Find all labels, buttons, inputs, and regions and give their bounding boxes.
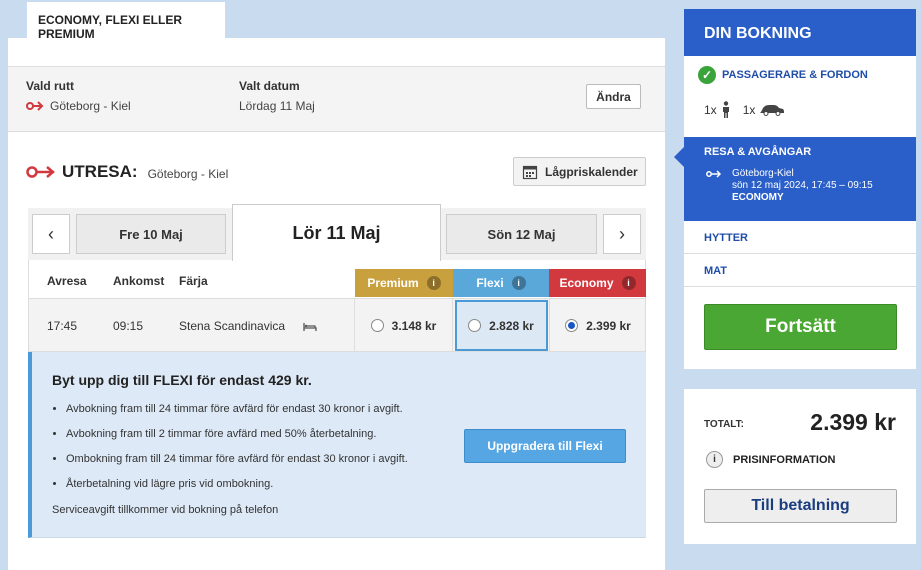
chevron-right-icon: › (619, 223, 625, 244)
fare-header-economy: Economy i (549, 269, 646, 297)
info-icon: i (706, 451, 723, 468)
departures-table-header: Avresa Ankomst Färja Premium i Flexi i Eco… (28, 260, 646, 298)
step-trip-active[interactable]: RESA & AVGÅNGAR Göteborg-Kiel sön 12 maj… (674, 137, 916, 221)
date-selector: ‹ Fre 10 Maj Lör 11 Maj Sön 12 Maj › (28, 204, 646, 261)
low-price-calendar-label: Lågpriskalender (545, 164, 638, 179)
upgrade-flexi-button[interactable]: Uppgradera till Flexi (464, 429, 626, 463)
total-amount: 2.399 kr (810, 409, 896, 435)
list-item: Återbetalning vid lägre pris vid ombokni… (66, 478, 408, 503)
fare-type-tab[interactable]: ECONOMY, FLEXI ELLER PREMIUM (27, 2, 225, 41)
fare-header-flexi: Flexi i (453, 269, 549, 297)
fare-name: Flexi (476, 276, 504, 290)
outbound-route: Göteborg - Kiel (147, 166, 229, 181)
change-button[interactable]: Ändra (586, 84, 641, 109)
date-tab-prev[interactable]: Fre 10 Maj (76, 214, 226, 254)
col-ferry: Färja (179, 274, 208, 288)
price-info-label: PRISINFORMATION (733, 453, 836, 466)
calendar-icon (522, 165, 538, 179)
trip-route: Göteborg-Kiel (732, 168, 794, 179)
upgrade-title: Byt upp dig till FLEXI för endast 429 kr… (52, 372, 312, 388)
route-summary: Vald rutt Göteborg - Kiel Valt datum Lör… (8, 66, 665, 132)
list-item: Avbokning fram till 24 timmar före avfär… (66, 403, 408, 428)
prev-date-button[interactable]: ‹ (32, 214, 70, 254)
list-item: Avbokning fram till 2 timmar före avfärd… (66, 428, 408, 453)
price-flexi: 2.828 kr (489, 318, 534, 333)
booking-title: DIN BOKNING (684, 9, 916, 56)
step-cabins[interactable]: HYTTER (684, 221, 916, 254)
total-panel: TOTALT: 2.399 kr i PRISINFORMATION Till … (684, 389, 916, 544)
list-item: Ombokning fram till 24 timmar före avfär… (66, 453, 408, 478)
price-premium: 3.148 kr (391, 318, 437, 333)
booking-sidebar: DIN BOKNING ✓ PASSAGERARE & FORDON 1x 1x… (674, 9, 916, 369)
ferry-name: Stena Scandinavica (179, 319, 286, 333)
date-label: Valt datum (239, 79, 300, 93)
step-passengers[interactable]: PASSAGERARE & FORDON (722, 69, 868, 81)
fare-option-premium[interactable]: 3.148 kr (354, 299, 452, 352)
upgrade-offer: Byt upp dig till FLEXI för endast 429 kr… (28, 352, 646, 538)
continue-button[interactable]: Fortsätt (704, 304, 897, 350)
low-price-calendar-button[interactable]: Lågpriskalender (513, 157, 646, 186)
route-label: Vald rutt (26, 79, 75, 93)
route-arrow-icon (26, 166, 55, 178)
date-tab-active[interactable]: Lör 11 Maj (232, 204, 441, 261)
fare-option-flexi[interactable]: 2.828 kr (452, 299, 549, 352)
price-economy: 2.399 kr (586, 318, 631, 333)
route-arrow-icon (706, 170, 722, 178)
arrive-time: 09:15 (113, 319, 144, 333)
passenger-count: 1x (704, 103, 717, 117)
fare-header-premium: Premium i (355, 269, 453, 297)
total-label: TOTALT: (704, 419, 744, 430)
info-icon[interactable]: i (621, 276, 636, 290)
date-value: Lördag 11 Maj (239, 99, 315, 113)
upgrade-note: Serviceavgift tillkommer vid bokning på … (52, 504, 279, 516)
chevron-left-icon: ‹ (48, 223, 54, 244)
table-row: 17:45 09:15 Stena Scandinavica 3.148 kr … (28, 298, 646, 352)
next-date-button[interactable]: › (603, 214, 641, 254)
upgrade-benefits: Avbokning fram till 24 timmar före avfär… (66, 403, 408, 503)
outbound-header: UTRESA: Göteborg - Kiel (26, 162, 228, 182)
step-food[interactable]: MAT (684, 254, 916, 287)
depart-time: 17:45 (47, 319, 78, 333)
price-info-link[interactable]: i PRISINFORMATION (706, 451, 835, 468)
fare-name: Premium (367, 276, 419, 290)
car-icon (760, 105, 785, 116)
outbound-title: UTRESA: (62, 162, 138, 181)
col-depart: Avresa (47, 274, 87, 288)
trip-time: sön 12 maj 2024, 17:45 – 09:15 (732, 180, 873, 191)
pay-button[interactable]: Till betalning (704, 489, 897, 523)
fare-name: Economy (559, 276, 614, 290)
date-tab-next[interactable]: Sön 12 Maj (446, 214, 597, 254)
check-icon: ✓ (698, 66, 716, 84)
vehicle-count: 1x (742, 103, 756, 117)
fare-option-economy[interactable]: 2.399 kr (549, 299, 646, 352)
person-icon (722, 101, 729, 118)
bed-icon (303, 323, 317, 331)
info-icon[interactable]: i (511, 276, 526, 290)
route-value: Göteborg - Kiel (26, 99, 131, 113)
step-trip-title: RESA & AVGÅNGAR (704, 146, 812, 158)
passenger-summary: 1x 1x (704, 101, 785, 119)
info-icon[interactable]: i (426, 276, 441, 290)
trip-class: ECONOMY (732, 192, 784, 203)
main-panel: Vald rutt Göteborg - Kiel Valt datum Lör… (8, 38, 665, 570)
route-text: Göteborg - Kiel (50, 99, 131, 113)
route-arrow-icon (26, 101, 44, 111)
col-arrive: Ankomst (113, 274, 165, 288)
radio-premium[interactable] (370, 319, 384, 332)
radio-economy[interactable] (565, 319, 579, 332)
